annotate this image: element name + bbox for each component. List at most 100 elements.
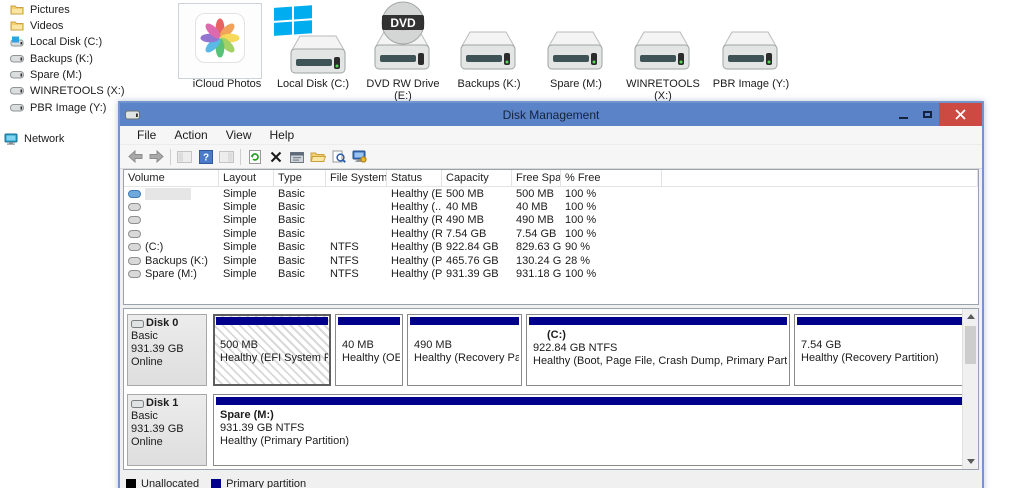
maximize-button[interactable]: [915, 103, 939, 126]
drive-item-winretools-x[interactable]: WINRETOOLS (X:): [618, 2, 708, 102]
column-header-filler: [662, 170, 978, 186]
volume-row[interactable]: Simple Basic Healthy (R... 490 MB 490 MB…: [124, 214, 978, 227]
volume-row[interactable]: Backups (K:) Simple Basic NTFS Healthy (…: [124, 254, 978, 267]
cell-layout: Simple: [219, 255, 274, 267]
properties-icon[interactable]: [286, 147, 307, 166]
cell-layout: Simple: [219, 201, 274, 213]
cell-free: 7.54 GB: [512, 228, 561, 240]
partition-spare-m[interactable]: Spare (M:) 931.39 GB NTFS Healthy (Prima…: [213, 394, 965, 466]
sidebar-item-pictures[interactable]: Pictures: [10, 2, 70, 17]
close-button[interactable]: [939, 103, 982, 126]
cell-capacity: 931.39 GB: [442, 268, 512, 280]
sidebar-item-local-disk-c[interactable]: Local Disk (C:): [10, 34, 102, 49]
sidebar-item-winretools-x[interactable]: WINRETOOLS (X:): [10, 83, 125, 98]
sidebar-item-label: Spare (M:): [30, 69, 82, 81]
open-folder-icon[interactable]: [307, 147, 328, 166]
disk-size: 931.39 GB: [131, 423, 203, 436]
cell-free: 40 MB: [512, 201, 561, 213]
volume-row[interactable]: Simple Basic Healthy (... 40 MB 40 MB 10…: [124, 200, 978, 213]
column-header-layout[interactable]: Layout: [219, 170, 274, 186]
help-icon[interactable]: ?: [195, 147, 216, 166]
disk-1-label[interactable]: Disk 1 Basic 931.39 GB Online: [127, 394, 207, 466]
column-header-type[interactable]: Type: [274, 170, 326, 186]
primary-partition-bar: [529, 317, 787, 325]
partition-efi-system[interactable]: 500 MB Healthy (EFI System Partition): [213, 314, 331, 386]
vertical-scrollbar[interactable]: [962, 309, 978, 469]
show-console-tree-icon[interactable]: [174, 147, 195, 166]
disk-kind: Basic: [131, 330, 203, 343]
partition-recovery-2[interactable]: 7.54 GB Healthy (Recovery Partition): [794, 314, 965, 386]
volume-row[interactable]: Simple Basic Healthy (R... 7.54 GB 7.54 …: [124, 227, 978, 240]
close-icon: [955, 109, 966, 120]
column-header-volume[interactable]: Volume: [124, 170, 219, 186]
column-header-status[interactable]: Status: [387, 170, 442, 186]
partition-size: 922.84 GB NTFS: [533, 342, 783, 355]
column-header-pct-free[interactable]: % Free: [561, 170, 662, 186]
sidebar-item-pbr-image-y[interactable]: PBR Image (Y:): [10, 100, 106, 115]
sidebar-item-videos[interactable]: Videos: [10, 18, 63, 33]
sidebar-item-backups-k[interactable]: Backups (K:): [10, 51, 93, 66]
forward-icon[interactable]: [146, 147, 167, 166]
column-header-free-space[interactable]: Free Spa...: [512, 170, 561, 186]
cell-capacity: 500 MB: [442, 188, 512, 200]
menu-help[interactable]: Help: [261, 128, 304, 142]
drive-icon: [543, 28, 607, 77]
volume-name: (C:): [145, 241, 163, 253]
partition-c[interactable]: (C:) 922.84 GB NTFS Healthy (Boot, Page …: [526, 314, 790, 386]
cell-pct-free: 100 %: [561, 188, 662, 200]
drive-item-icloud-photos[interactable]: iCloud Photos: [182, 2, 272, 90]
cell-fs: NTFS: [326, 268, 387, 280]
drive-item-spare-m[interactable]: Spare (M:): [531, 2, 621, 90]
volume-row[interactable]: (C:) Simple Basic NTFS Healthy (B... 922…: [124, 241, 978, 254]
partition-oem[interactable]: 40 MB Healthy (OEM Partition): [335, 314, 403, 386]
drive-item-pbr-image-y[interactable]: PBR Image (Y:): [706, 2, 796, 90]
minimize-button[interactable]: [891, 103, 915, 126]
drive-label: WINRETOOLS (X:): [618, 78, 708, 102]
volume-row[interactable]: Simple Basic Healthy (E... 500 MB 500 MB…: [124, 187, 978, 200]
drive-item-dvd-rw-e[interactable]: DVD DVD RW Drive (E:): [358, 2, 448, 102]
volume-name: Spare (M:): [145, 268, 197, 280]
partition-status: Healthy (EFI System Partition): [220, 352, 324, 365]
cell-pct-free: 100 %: [561, 228, 662, 240]
volume-row[interactable]: Spare (M:) Simple Basic NTFS Healthy (P.…: [124, 267, 978, 280]
volume-list: Volume Layout Type File System Status Ca…: [123, 169, 979, 305]
scrollbar-thumb[interactable]: [965, 326, 976, 364]
drive-label: iCloud Photos: [182, 78, 272, 90]
drive-label: DVD RW Drive (E:): [358, 78, 448, 102]
disk-0-label[interactable]: Disk 0 Basic 931.39 GB Online: [127, 314, 207, 386]
partition-recovery-1[interactable]: 490 MB Healthy (Recovery Partition): [407, 314, 522, 386]
scroll-up-icon[interactable]: [963, 309, 978, 324]
cell-type: Basic: [274, 241, 326, 253]
delete-icon[interactable]: [265, 147, 286, 166]
show-action-pane-icon[interactable]: [216, 147, 237, 166]
scroll-down-icon[interactable]: [963, 454, 978, 469]
back-icon[interactable]: [125, 147, 146, 166]
computer-management-icon[interactable]: [349, 147, 370, 166]
cell-capacity: 922.84 GB: [442, 241, 512, 253]
sidebar-item-spare-m[interactable]: Spare (M:): [10, 67, 82, 82]
partition-status: Healthy (OEM Partition): [342, 352, 396, 365]
disk-status: Online: [131, 356, 203, 369]
cell-status: Healthy (...: [387, 201, 442, 213]
primary-partition-bar: [410, 317, 519, 325]
partition-name: (C:): [533, 329, 783, 342]
drive-icon: [286, 32, 350, 81]
find-icon[interactable]: [328, 147, 349, 166]
drive-item-backups-k[interactable]: Backups (K:): [444, 2, 534, 90]
cell-free: 130.24 GB: [512, 255, 561, 267]
window-title: Disk Management: [120, 108, 982, 122]
refresh-icon[interactable]: [244, 147, 265, 166]
partition-size: 40 MB: [342, 339, 396, 352]
cell-layout: Simple: [219, 241, 274, 253]
titlebar[interactable]: Disk Management: [120, 103, 982, 126]
menu-action[interactable]: Action: [165, 128, 216, 142]
volume-list-header: Volume Layout Type File System Status Ca…: [124, 170, 978, 187]
column-header-file-system[interactable]: File System: [326, 170, 387, 186]
legend-primary-partition: Primary partition: [211, 478, 306, 488]
menu-file[interactable]: File: [128, 128, 165, 142]
column-header-capacity[interactable]: Capacity: [442, 170, 512, 186]
sidebar-item-network[interactable]: Network: [4, 131, 64, 146]
drive-item-local-disk-c[interactable]: Local Disk (C:): [268, 2, 358, 90]
menu-view[interactable]: View: [217, 128, 261, 142]
cell-type: Basic: [274, 228, 326, 240]
